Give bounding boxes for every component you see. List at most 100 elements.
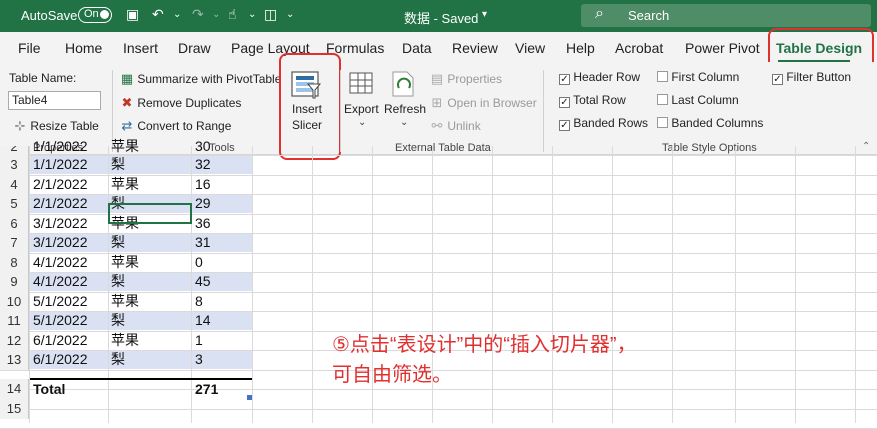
cell-date[interactable]: 1/1/2022 bbox=[33, 155, 88, 175]
tab-file[interactable]: File bbox=[18, 40, 41, 56]
cell-fruit[interactable]: 梨 bbox=[111, 311, 125, 331]
banded-rows-checkbox[interactable]: ✓ bbox=[559, 120, 570, 131]
redo-icon[interactable]: ↷ bbox=[192, 6, 204, 23]
filter-button-option[interactable]: ✓ Filter Button bbox=[772, 70, 851, 85]
row-header[interactable]: 10 bbox=[0, 291, 29, 311]
last-column-option[interactable]: Last Column bbox=[657, 93, 739, 107]
summarize-pivottable-button[interactable]: ▦ Summarize with PivotTable bbox=[120, 71, 282, 87]
convert-to-range-button[interactable]: ⇄ Convert to Range bbox=[120, 118, 232, 134]
touch-dropdown-icon[interactable]: ⌄ bbox=[248, 9, 256, 20]
cell-fruit[interactable]: 梨 bbox=[111, 350, 125, 370]
touch-mode-icon[interactable]: ☝ bbox=[228, 6, 237, 23]
screen-icon[interactable]: ◫ bbox=[264, 6, 277, 23]
cell-date[interactable]: 5/1/2022 bbox=[33, 292, 88, 312]
cell-qty[interactable]: 45 bbox=[195, 272, 211, 292]
total-row-option[interactable]: ✓ Total Row bbox=[559, 93, 626, 108]
first-column-option[interactable]: First Column bbox=[657, 70, 739, 84]
cell-qty[interactable]: 0 bbox=[195, 253, 203, 273]
cell-qty[interactable]: 29 bbox=[195, 194, 211, 214]
resize-table-button[interactable]: ⊹ Resize Table bbox=[13, 118, 99, 134]
filter-button-checkbox[interactable]: ✓ bbox=[772, 74, 783, 85]
export-button[interactable]: Export ⌄ bbox=[343, 70, 381, 132]
autosave-toggle[interactable]: On bbox=[78, 7, 112, 23]
cell-qty[interactable]: 36 bbox=[195, 214, 211, 234]
row-header[interactable]: 2 bbox=[0, 146, 29, 155]
row-header[interactable]: 12 bbox=[0, 330, 29, 350]
cell-qty[interactable]: 14 bbox=[195, 311, 211, 331]
header-row-checkbox[interactable]: ✓ bbox=[559, 74, 570, 85]
tab-home[interactable]: Home bbox=[65, 40, 102, 56]
properties-button[interactable]: ▤ Properties bbox=[430, 71, 502, 87]
row-header[interactable]: 3 bbox=[0, 155, 29, 175]
cell-date[interactable]: 4/1/2022 bbox=[33, 272, 88, 292]
cell-date[interactable]: 5/1/2022 bbox=[33, 311, 88, 331]
cell-qty[interactable]: 16 bbox=[195, 175, 211, 195]
undo-dropdown-icon[interactable]: ⌄ bbox=[173, 9, 181, 20]
cell-date[interactable]: 3/1/2022 bbox=[33, 214, 88, 234]
banded-rows-option[interactable]: ✓ Banded Rows bbox=[559, 116, 648, 131]
tab-power-pivot[interactable]: Power Pivot bbox=[685, 40, 760, 56]
cell-date[interactable]: 3/1/2022 bbox=[33, 233, 88, 253]
row-header[interactable]: 4 bbox=[0, 174, 29, 194]
selected-cell[interactable] bbox=[108, 203, 192, 224]
cell-fruit[interactable]: 梨 bbox=[111, 272, 125, 292]
cell-date[interactable]: 2/1/2022 bbox=[33, 194, 88, 214]
tab-data[interactable]: Data bbox=[402, 40, 432, 56]
cell-fruit[interactable]: 苹果 bbox=[111, 253, 139, 273]
header-row-option[interactable]: ✓ Header Row bbox=[559, 70, 640, 85]
summarize-label: Summarize with PivotTable bbox=[137, 72, 282, 86]
cell-qty[interactable]: 32 bbox=[195, 155, 211, 175]
cell-qty[interactable]: 30 bbox=[195, 137, 211, 155]
cell-fruit[interactable]: 梨 bbox=[111, 155, 125, 175]
row-header[interactable]: 7 bbox=[0, 233, 29, 253]
tab-insert[interactable]: Insert bbox=[123, 40, 158, 56]
unlink-button[interactable]: ⚯ Unlink bbox=[430, 118, 481, 134]
tab-draw[interactable]: Draw bbox=[178, 40, 211, 56]
cell-date[interactable]: 2/1/2022 bbox=[33, 175, 88, 195]
redo-dropdown-icon[interactable]: ⌄ bbox=[212, 9, 220, 20]
undo-icon[interactable]: ↶ bbox=[152, 6, 164, 23]
title-dropdown-icon[interactable]: ▾ bbox=[482, 9, 487, 20]
save-icon[interactable]: ▣ bbox=[126, 6, 139, 23]
row-header[interactable]: 13 bbox=[0, 350, 29, 370]
refresh-button[interactable]: Refresh ⌄ bbox=[383, 70, 426, 132]
tab-help[interactable]: Help bbox=[566, 40, 595, 56]
row-header[interactable]: 15 bbox=[0, 399, 29, 419]
banded-columns-option[interactable]: Banded Columns bbox=[657, 116, 763, 130]
table-resize-handle[interactable] bbox=[247, 395, 252, 400]
cell-date[interactable]: 6/1/2022 bbox=[33, 331, 88, 351]
last-column-checkbox[interactable] bbox=[657, 94, 668, 105]
cell-fruit[interactable]: 苹果 bbox=[111, 292, 139, 312]
document-title[interactable]: 数据 - Saved bbox=[404, 8, 478, 27]
cell-fruit[interactable]: 苹果 bbox=[111, 175, 139, 195]
total-label-cell[interactable]: Total bbox=[33, 379, 65, 399]
tab-acrobat[interactable]: Acrobat bbox=[615, 40, 663, 56]
row-header[interactable]: 11 bbox=[0, 311, 29, 331]
cell-fruit[interactable]: 梨 bbox=[111, 233, 125, 253]
cell-date[interactable]: 4/1/2022 bbox=[33, 253, 88, 273]
cell-qty[interactable]: 1 bbox=[195, 331, 203, 351]
tab-review[interactable]: Review bbox=[452, 40, 498, 56]
cell-fruit[interactable]: 苹果 bbox=[111, 331, 139, 351]
total-value-cell[interactable]: 271 bbox=[195, 379, 218, 399]
customize-qat-icon[interactable]: ⌄ bbox=[286, 9, 294, 20]
cell-date[interactable]: 6/1/2022 bbox=[33, 350, 88, 370]
cell-fruit[interactable]: 苹果 bbox=[111, 137, 139, 155]
row-header[interactable]: 8 bbox=[0, 252, 29, 272]
cell-qty[interactable]: 3 bbox=[195, 350, 203, 370]
cell-qty[interactable]: 31 bbox=[195, 233, 211, 253]
row-header[interactable]: 5 bbox=[0, 194, 29, 214]
remove-duplicates-button[interactable]: ✖ Remove Duplicates bbox=[120, 95, 242, 111]
row-header[interactable]: 6 bbox=[0, 213, 29, 233]
tab-view[interactable]: View bbox=[515, 40, 545, 56]
total-row-checkbox[interactable]: ✓ bbox=[559, 97, 570, 108]
open-in-browser-button[interactable]: ⊞ Open in Browser bbox=[430, 95, 537, 111]
search-box[interactable]: ⌕ Search bbox=[581, 4, 871, 27]
banded-columns-checkbox[interactable] bbox=[657, 117, 668, 128]
row-header[interactable]: 9 bbox=[0, 272, 29, 292]
table-name-input[interactable]: Table4 bbox=[8, 91, 101, 110]
row-header[interactable]: 14 bbox=[0, 379, 29, 399]
cell-date[interactable]: 1/1/2022 bbox=[33, 137, 88, 155]
cell-qty[interactable]: 8 bbox=[195, 292, 203, 312]
first-column-checkbox[interactable] bbox=[657, 71, 668, 82]
